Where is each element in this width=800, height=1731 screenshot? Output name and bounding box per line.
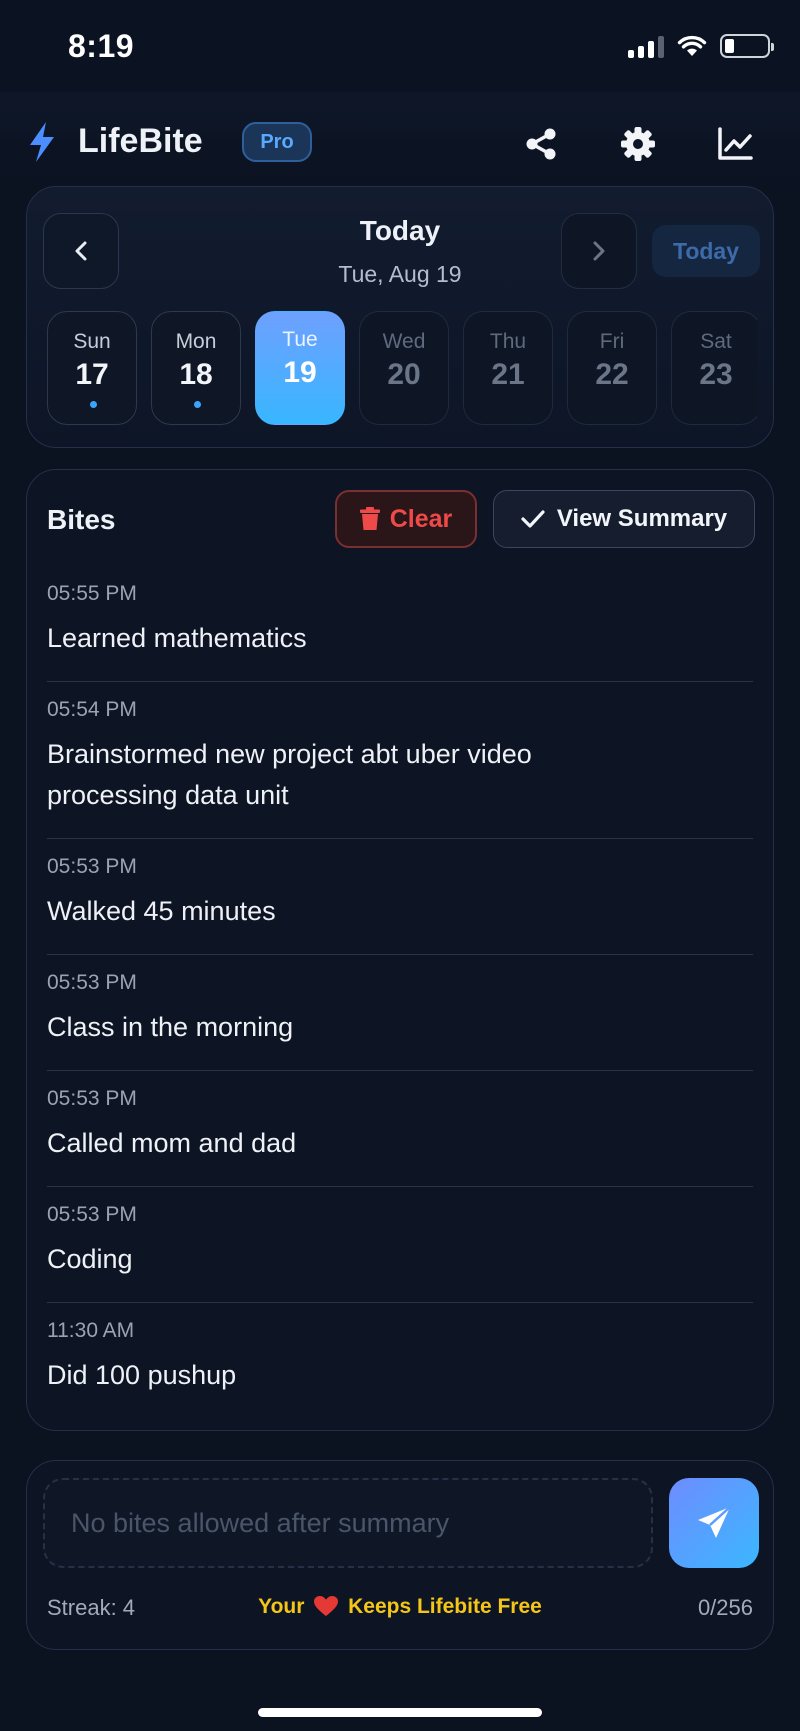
bite-list: 05:55 PM Learned mathematics 05:54 PM Br…: [47, 566, 753, 1418]
bite-text: Walked 45 minutes: [47, 896, 276, 926]
bolt-logo-icon: [30, 122, 54, 162]
today-button[interactable]: Today: [652, 225, 760, 277]
day-cell-thu[interactable]: Thu 21: [463, 311, 553, 425]
bites-title: Bites: [47, 504, 116, 535]
bite-time: 05:53 PM: [47, 971, 137, 994]
list-item[interactable]: 05:53 PM Coding: [47, 1187, 753, 1303]
bite-text: Brainstormed new project abt uber video …: [47, 739, 532, 810]
support-message-prefix: Your: [258, 1595, 305, 1618]
day-cell-sat[interactable]: Sat 23: [671, 311, 757, 425]
day-name: Thu: [489, 330, 527, 353]
day-cell-sun[interactable]: Sun 17: [47, 311, 137, 425]
day-name: Mon: [175, 330, 217, 353]
bites-card: Bites Clear View Summary 05:55 PM Learne…: [26, 469, 774, 1431]
gear-icon: [621, 127, 655, 161]
list-item[interactable]: 05:53 PM Walked 45 minutes: [47, 839, 753, 955]
heart-icon: [314, 1596, 339, 1616]
settings-button[interactable]: [618, 124, 658, 164]
day-number: 22: [595, 358, 629, 391]
bite-time: 11:30 AM: [47, 1319, 135, 1342]
stats-button[interactable]: [715, 124, 755, 164]
day-number: 17: [75, 358, 109, 391]
composer-card: Streak: 4 Your Keeps Lifebite Free 0/256: [26, 1460, 774, 1650]
send-icon: [698, 1506, 731, 1538]
bite-text: Coding: [47, 1244, 133, 1274]
status-time: 8:19: [68, 28, 135, 64]
bite-text: Did 100 pushup: [47, 1360, 237, 1390]
next-day-button[interactable]: [561, 213, 637, 289]
bite-time: 05:54 PM: [47, 698, 137, 721]
app-title: LifeBite: [78, 122, 203, 160]
day-number: 19: [283, 356, 317, 389]
cellular-signal-icon: [628, 34, 664, 58]
send-button[interactable]: [669, 1478, 759, 1568]
day-number: 20: [387, 358, 421, 391]
view-summary-button[interactable]: View Summary: [493, 490, 755, 548]
list-item[interactable]: 05:53 PM Called mom and dad: [47, 1071, 753, 1187]
day-name: Sun: [73, 330, 111, 353]
wifi-icon: [677, 35, 707, 56]
battery-icon: [720, 34, 774, 58]
entry-dot: [90, 401, 97, 408]
day-number: 23: [699, 358, 733, 391]
bite-text: Class in the morning: [47, 1012, 294, 1042]
list-item[interactable]: 05:54 PM Brainstormed new project abt ub…: [47, 682, 753, 839]
chevron-right-icon: [593, 241, 605, 261]
day-name: Fri: [599, 330, 625, 353]
pro-badge[interactable]: Pro: [242, 122, 312, 162]
bite-time: 05:55 PM: [47, 582, 137, 605]
home-indicator[interactable]: [258, 1708, 542, 1717]
bite-time: 05:53 PM: [47, 1203, 137, 1226]
day-name: Wed: [382, 330, 426, 353]
chart-line-icon: [718, 127, 753, 160]
status-bar: 8:19: [0, 0, 800, 92]
bite-input[interactable]: [43, 1478, 653, 1568]
bite-text: Learned mathematics: [47, 623, 307, 653]
bite-time: 05:53 PM: [47, 855, 137, 878]
day-cell-wed[interactable]: Wed 20: [359, 311, 449, 425]
calendar-card: Today Tue, Aug 19 Today Sun 17 Mon 18 Tu…: [26, 186, 774, 448]
day-selector: Sun 17 Mon 18 Tue 19 Wed 20 Thu 21 Fri 2…: [47, 311, 757, 429]
day-number: 18: [179, 358, 213, 391]
list-item[interactable]: 05:55 PM Learned mathematics: [47, 566, 753, 682]
bite-text: Called mom and dad: [47, 1128, 297, 1158]
clear-button[interactable]: Clear: [335, 490, 477, 548]
support-message[interactable]: Your Keeps Lifebite Free: [27, 1595, 773, 1619]
day-cell-tue[interactable]: Tue 19: [255, 311, 345, 425]
day-cell-fri[interactable]: Fri 22: [567, 311, 657, 425]
day-name: Tue: [282, 328, 318, 351]
share-button[interactable]: [521, 124, 561, 164]
list-item[interactable]: 11:30 AM Did 100 pushup: [47, 1303, 753, 1418]
clear-label: Clear: [389, 504, 453, 533]
bite-time: 05:53 PM: [47, 1087, 137, 1110]
day-name: Sat: [700, 330, 732, 353]
app-header: LifeBite Pro: [0, 92, 800, 190]
day-cell-mon[interactable]: Mon 18: [151, 311, 241, 425]
status-icons: [628, 34, 774, 58]
support-message-suffix: Keeps Lifebite Free: [348, 1595, 542, 1618]
list-item[interactable]: 05:53 PM Class in the morning: [47, 955, 753, 1071]
trash-icon: [359, 507, 380, 530]
entry-dot: [194, 401, 201, 408]
share-icon: [526, 128, 556, 160]
day-number: 21: [491, 358, 525, 391]
char-counter: 0/256: [697, 1595, 753, 1620]
checkmark-icon: [521, 510, 545, 528]
view-summary-label: View Summary: [556, 505, 728, 532]
